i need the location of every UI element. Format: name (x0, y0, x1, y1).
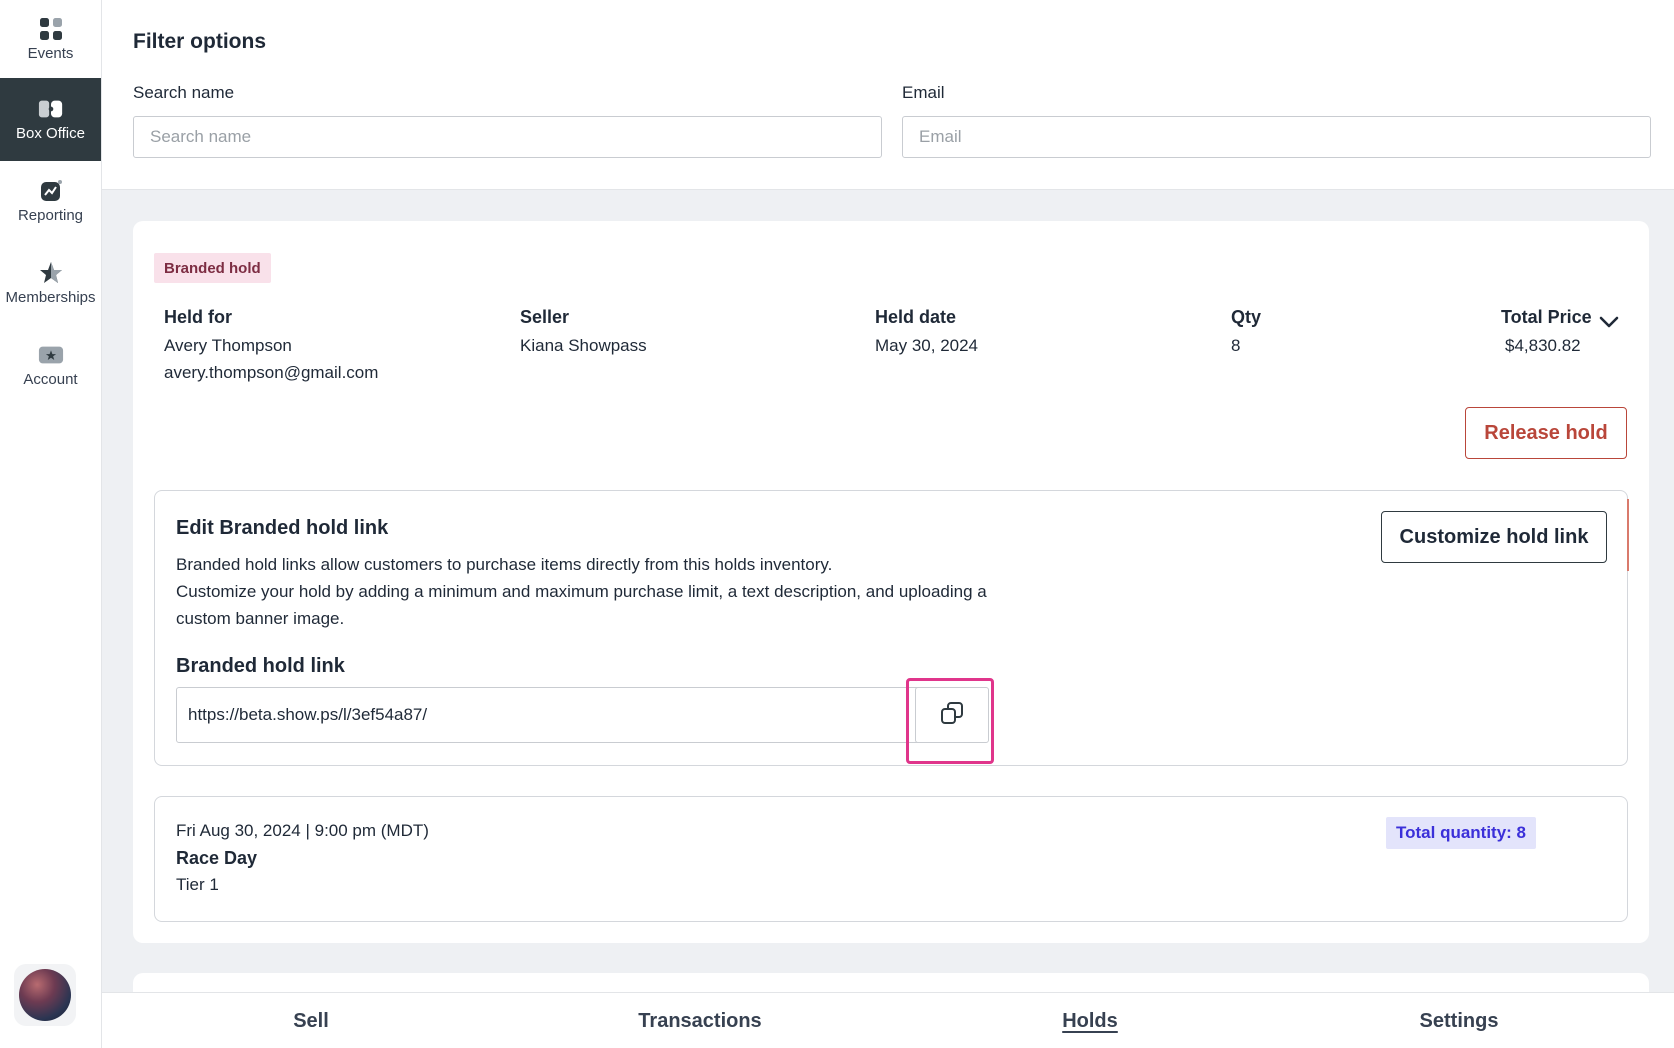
event-name: Race Day (176, 848, 258, 868)
held-date-header: Held date (875, 307, 957, 327)
sidebar-item-label: Memberships (5, 288, 96, 306)
chevron-down-icon[interactable] (1596, 309, 1622, 335)
account-badge-icon (38, 343, 64, 367)
sidebar-item-label: Box Office (16, 125, 85, 142)
tab-transactions[interactable]: Transactions (638, 993, 761, 1048)
copy-icon (939, 700, 965, 731)
sidebar-item-label: Events (27, 44, 74, 62)
sidebar-item-reporting[interactable]: Reporting (0, 170, 101, 232)
avatar[interactable] (14, 964, 76, 1026)
search-name-label: Search name (133, 83, 235, 102)
seller-value: Kiana Showpass (520, 336, 647, 355)
held-for-name: Avery Thompson (164, 336, 292, 355)
sidebar-item-label: Reporting (17, 206, 84, 224)
description-line: Customize your hold by adding a minimum … (176, 582, 987, 628)
copy-link-button[interactable] (915, 687, 989, 743)
user-avatar-image (19, 969, 71, 1021)
branded-hold-link-value: https://beta.show.ps/l/3ef54a87/ (188, 705, 428, 724)
event-item: Fri Aug 30, 2024 | 9:00 pm (MDT) Race Da… (154, 796, 1628, 922)
held-date-value: May 30, 2024 (875, 336, 979, 355)
filter-panel: Filter options Search name Email (102, 0, 1674, 190)
grid-icon (38, 17, 64, 41)
held-for-header: Held for (164, 307, 233, 327)
star-icon (38, 261, 64, 285)
hold-card: Branded hold Held for Avery Thompson ave… (133, 221, 1649, 943)
event-date: Fri Aug 30, 2024 | 9:00 pm (MDT) (176, 821, 429, 840)
search-name-input[interactable] (133, 116, 882, 158)
description-line: Branded hold links allow customers to pu… (176, 555, 833, 574)
tab-sell[interactable]: Sell (293, 993, 329, 1048)
branded-hold-badge: Branded hold (154, 253, 271, 283)
filter-title: Filter options (133, 30, 266, 53)
branded-hold-link-field[interactable]: https://beta.show.ps/l/3ef54a87/ (176, 687, 964, 743)
sidebar-item-label: Account (23, 370, 78, 388)
held-for-email: avery.thompson@gmail.com (164, 363, 379, 382)
email-label: Email (902, 83, 945, 102)
branded-hold-link-label: Branded hold link (176, 655, 345, 677)
bottom-tabs: Sell Transactions Holds Settings (102, 992, 1674, 1048)
sidebar-item-events[interactable]: Events (0, 8, 101, 70)
sidebar-item-account[interactable]: Account (0, 334, 101, 396)
release-hold-button[interactable]: Release hold (1465, 407, 1627, 459)
box-office-icon (38, 97, 64, 121)
edit-branded-hold-panel: Edit Branded hold link Branded hold link… (154, 490, 1629, 766)
sidebar: Events Box Office Reporting Memberships … (0, 0, 102, 1048)
event-tier: Tier 1 (176, 875, 219, 894)
total-quantity-badge: Total quantity: 8 (1386, 817, 1537, 849)
edit-branded-hold-title: Edit Branded hold link (176, 517, 389, 539)
chart-icon (38, 179, 64, 203)
seller-header: Seller (520, 307, 570, 327)
email-input[interactable] (902, 116, 1651, 158)
sidebar-item-memberships[interactable]: Memberships (0, 252, 101, 314)
edit-branded-hold-description: Branded hold links allow customers to pu… (176, 551, 1036, 632)
tab-settings[interactable]: Settings (1420, 993, 1499, 1048)
accent-divider (1627, 499, 1629, 571)
qty-header: Qty (1231, 307, 1262, 327)
total-price-header: Total Price (1501, 307, 1592, 327)
qty-value: 8 (1231, 336, 1241, 355)
sidebar-item-box-office[interactable]: Box Office (0, 78, 101, 161)
customize-hold-link-button[interactable]: Customize hold link (1381, 511, 1607, 563)
total-price-value: $4,830.82 (1505, 336, 1581, 355)
tab-holds[interactable]: Holds (1062, 993, 1118, 1048)
